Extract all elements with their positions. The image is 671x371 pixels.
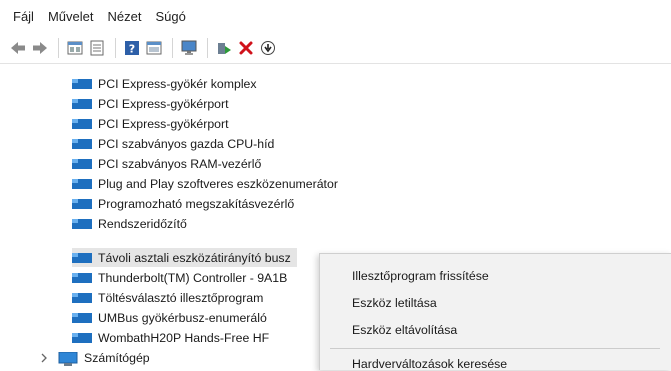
tree-item[interactable]: WombathH20P Hands-Free HF [72, 328, 269, 347]
menu-view[interactable]: Nézet [100, 9, 148, 24]
view-icon[interactable] [87, 38, 107, 58]
menu-bar: Fájl Művelet Nézet Súgó [0, 0, 671, 32]
tree-item[interactable]: Thunderbolt(TM) Controller - 9A1B [72, 268, 287, 287]
tree-item-label: PCI szabványos RAM-vezérlő [98, 156, 262, 171]
menu-uninstall-device[interactable]: Eszköz eltávolítása [352, 323, 457, 337]
menu-file[interactable]: Fájl [0, 9, 41, 24]
download-icon[interactable] [258, 38, 278, 58]
tree-item[interactable]: Rendszeridőzítő [72, 214, 187, 233]
tree-item[interactable]: PCI Express-gyökér komplex [72, 74, 257, 93]
tree-item[interactable]: PCI Express-gyökérport [72, 114, 229, 133]
toolbar: ? [0, 33, 671, 64]
tree-item-label: UMBus gyökérbusz-enumeráló [98, 310, 267, 325]
device-icon [72, 178, 92, 190]
tree-item-label: PCI Express-gyökérport [98, 116, 229, 131]
device-icon [72, 292, 92, 304]
tree-item-label: Plug and Play szoftveres eszközenumeráto… [98, 176, 338, 191]
tree-item-label: Thunderbolt(TM) Controller - 9A1B [98, 270, 288, 285]
toolbar-separator [172, 38, 173, 58]
menu-action[interactable]: Művelet [41, 9, 101, 24]
tree-item-label: Töltésválasztó illesztőprogram [98, 290, 264, 305]
toolbar-separator [58, 38, 59, 58]
device-icon [72, 158, 92, 170]
tree-item[interactable]: PCI szabványos RAM-vezérlő [72, 154, 261, 173]
tree-item-selected[interactable]: Távoli asztali eszközátirányító busz [72, 248, 297, 267]
help-icon[interactable]: ? [122, 38, 142, 58]
window-icon[interactable] [144, 38, 164, 58]
computer-icon [58, 351, 78, 366]
menu-update-driver[interactable]: Illesztőprogram frissítése [352, 269, 489, 283]
device-icon [72, 218, 92, 230]
tree-item-label: Programozható megszakításvezérlő [98, 196, 295, 211]
tree-node-label: Számítógép [84, 350, 150, 365]
tree-item-label: PCI szabványos gazda CPU-híd [98, 136, 275, 151]
device-icon [72, 138, 92, 150]
add-driver-icon[interactable] [214, 38, 234, 58]
svg-text:?: ? [129, 43, 135, 56]
device-icon [72, 118, 92, 130]
tree-item-label: WombathH20P Hands-Free HF [98, 330, 270, 345]
tree-item[interactable]: UMBus gyökérbusz-enumeráló [72, 308, 267, 327]
tree-item-label: Távoli asztali eszközátirányító busz [98, 250, 291, 265]
properties-icon[interactable] [65, 38, 85, 58]
context-menu: Illesztőprogram frissítése Eszköz letilt… [319, 253, 671, 371]
device-icon [72, 78, 92, 90]
tree-item-label: PCI Express-gyökérport [98, 96, 229, 111]
forward-icon[interactable] [30, 38, 50, 58]
device-icon [72, 198, 92, 210]
toolbar-separator [207, 38, 208, 58]
device-icon [72, 252, 92, 264]
tree-item[interactable]: PCI Express-gyökérport [72, 94, 229, 113]
device-icon [72, 332, 92, 344]
tree-node-computer[interactable]: Számítógép [38, 348, 150, 367]
device-icon [72, 98, 92, 110]
tree-item[interactable]: PCI szabványos gazda CPU-híd [72, 134, 274, 153]
back-icon[interactable] [8, 38, 28, 58]
monitor-icon[interactable] [179, 38, 199, 58]
chevron-right-icon[interactable] [38, 353, 50, 363]
tree-item-label: Rendszeridőzítő [98, 216, 187, 231]
tree-item[interactable]: Plug and Play szoftveres eszközenumeráto… [72, 174, 338, 193]
tree-item[interactable]: Programozható megszakításvezérlő [72, 194, 294, 213]
device-icon [72, 312, 92, 324]
toolbar-separator [115, 38, 116, 58]
tree-item-label: PCI Express-gyökér komplex [98, 76, 257, 91]
menu-separator [330, 348, 660, 349]
device-icon [72, 272, 92, 284]
menu-disable-device[interactable]: Eszköz letiltása [352, 296, 437, 310]
menu-help[interactable]: Súgó [148, 9, 192, 24]
delete-icon[interactable] [236, 38, 256, 58]
tree-item[interactable]: Töltésválasztó illesztőprogram [72, 288, 263, 307]
